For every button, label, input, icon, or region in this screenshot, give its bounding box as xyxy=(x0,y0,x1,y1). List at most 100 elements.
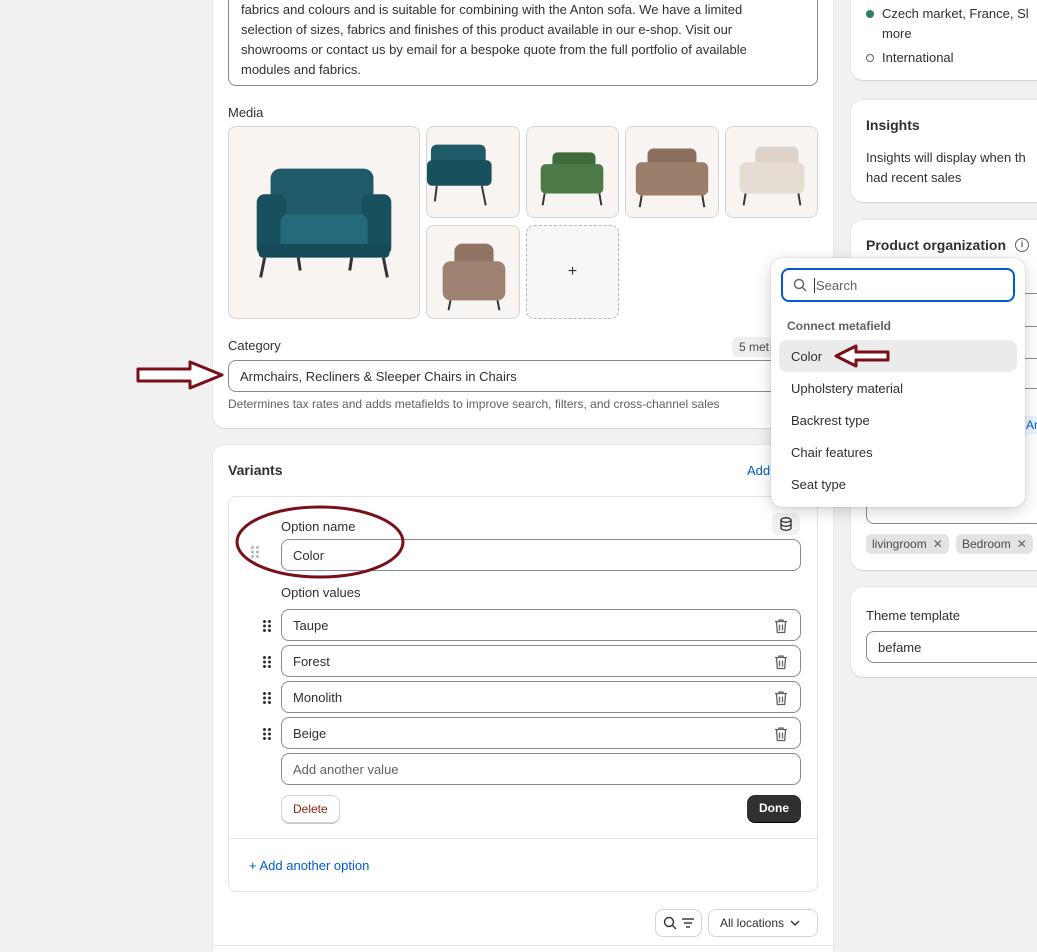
add-media-button[interactable]: + xyxy=(526,225,619,319)
filter-icon xyxy=(681,918,694,928)
add-value-placeholder: Add another value xyxy=(293,761,399,777)
theme-template-label: Theme template xyxy=(866,608,960,623)
variants-footer-divider xyxy=(213,945,833,946)
option-value-input[interactable]: Forest xyxy=(281,645,801,677)
media-thumbnail-brown[interactable] xyxy=(426,225,520,319)
drag-handle-icon[interactable] xyxy=(262,619,272,633)
search-icon xyxy=(793,278,807,292)
close-icon[interactable]: ✕ xyxy=(1017,537,1027,551)
category-value: Armchairs, Recliners & Sleeper Chairs in… xyxy=(240,368,517,384)
info-icon[interactable]: i xyxy=(1015,238,1029,252)
annotation-arrow-right xyxy=(136,360,224,390)
add-variant-link[interactable]: Add xyxy=(747,463,770,478)
description-line: selection of sizes, fabrics and finishes… xyxy=(241,22,733,37)
product-details-card: fabrics and colours and is suitable for … xyxy=(213,0,833,428)
option-value-text: Beige xyxy=(293,725,327,741)
market-active-dot xyxy=(866,10,874,18)
done-button[interactable]: Done xyxy=(747,795,801,822)
category-select[interactable]: Armchairs, Recliners & Sleeper Chairs in… xyxy=(228,360,818,392)
annotation-ellipse xyxy=(235,505,405,579)
annotation-arrow-left xyxy=(834,344,890,368)
connect-metafield-popover: Search Connect metafield Color Upholster… xyxy=(771,258,1025,507)
trash-icon[interactable] xyxy=(774,618,788,634)
trash-icon[interactable] xyxy=(774,690,788,706)
tag-label: Bedroom xyxy=(962,537,1011,551)
tag-chip[interactable]: livingroom ✕ xyxy=(866,534,949,554)
option-value-input[interactable]: Taupe xyxy=(281,609,801,641)
market-item-line2: more xyxy=(882,26,912,41)
media-main-image[interactable] xyxy=(228,126,420,319)
insights-title: Insights xyxy=(866,117,920,133)
option-divider xyxy=(229,838,817,839)
theme-template-select[interactable]: befame xyxy=(866,631,1037,663)
category-label: Category xyxy=(228,338,281,353)
media-thumbnail-teal[interactable] xyxy=(426,126,520,218)
variants-title: Variants xyxy=(228,462,283,478)
product-organization-title: Product organization xyxy=(866,237,1006,253)
option-value-text: Forest xyxy=(293,653,330,669)
trash-icon[interactable] xyxy=(774,654,788,670)
brown-armchair-image xyxy=(427,226,519,318)
search-placeholder: Search xyxy=(814,277,858,293)
chevron-down-icon xyxy=(790,920,800,926)
search-icon xyxy=(663,916,676,930)
taupe-armchair-image xyxy=(626,127,718,217)
option-value-text: Monolith xyxy=(293,689,343,705)
option-value-input[interactable]: Beige xyxy=(281,717,801,749)
drag-handle-icon[interactable] xyxy=(262,727,272,741)
collection-link-partial[interactable]: Ar xyxy=(1023,416,1037,434)
teal-armchair-image xyxy=(229,127,419,318)
drag-handle-icon[interactable] xyxy=(262,655,272,669)
option-label: Upholstery material xyxy=(791,380,903,396)
media-thumbnail-taupe[interactable] xyxy=(625,126,719,218)
option-value-text: Taupe xyxy=(293,617,329,633)
plus-icon: + xyxy=(567,263,578,280)
locations-label: All locations xyxy=(720,916,785,930)
option-label: Chair features xyxy=(791,444,873,460)
description-line: modules and fabrics. xyxy=(241,62,361,77)
option-label: Backrest type xyxy=(791,412,870,428)
description-line: fabrics and colours and is suitable for … xyxy=(241,2,743,17)
option-values-label: Option values xyxy=(281,585,361,600)
market-item-international: International xyxy=(882,50,954,65)
add-value-input[interactable]: Add another value xyxy=(281,753,801,785)
market-item-line1: Czech market, France, Sl xyxy=(882,6,1029,21)
metafield-option-chair-features[interactable]: Chair features xyxy=(779,436,1017,468)
description-editor[interactable]: fabrics and colours and is suitable for … xyxy=(228,0,818,86)
option-label: Seat type xyxy=(791,476,846,492)
market-inactive-dot xyxy=(866,54,874,62)
metafield-option-backrest[interactable]: Backrest type xyxy=(779,404,1017,436)
markets-card: Czech market, France, Sl more Internatio… xyxy=(851,0,1037,80)
insights-text-line2: had recent sales xyxy=(866,170,962,185)
metafield-search-input[interactable]: Search xyxy=(781,268,1015,302)
theme-template-card: Theme template befame xyxy=(851,587,1037,677)
add-another-option-link[interactable]: + Add another option xyxy=(249,858,369,873)
metafield-database-icon[interactable] xyxy=(772,513,800,535)
category-help-text: Determines tax rates and adds metafields… xyxy=(228,397,720,411)
metafield-option-color[interactable]: Color xyxy=(779,340,1017,372)
metafield-count-badge[interactable]: 5 met xyxy=(732,337,777,357)
close-icon[interactable]: ✕ xyxy=(933,537,943,551)
delete-option-button[interactable]: Delete xyxy=(281,795,340,823)
tag-label: livingroom xyxy=(872,537,927,551)
beige-armchair-image xyxy=(726,127,817,217)
media-label: Media xyxy=(228,105,264,120)
option-label: Color xyxy=(791,348,823,364)
insights-text-line1: Insights will display when th xyxy=(866,150,1026,165)
connect-metafield-heading: Connect metafield xyxy=(787,319,892,333)
tag-chip[interactable]: Bedroom ✕ xyxy=(956,534,1033,554)
option-value-input[interactable]: Monolith xyxy=(281,681,801,713)
metafield-option-upholstery[interactable]: Upholstery material xyxy=(779,372,1017,404)
search-filter-button[interactable] xyxy=(655,909,702,937)
metafield-option-seat-type[interactable]: Seat type xyxy=(779,468,1017,500)
drag-handle-icon[interactable] xyxy=(262,691,272,705)
locations-select[interactable]: All locations xyxy=(708,909,818,937)
description-line: showrooms or contact us by email for a b… xyxy=(241,42,747,57)
media-thumbnail-beige[interactable] xyxy=(725,126,818,218)
trash-icon[interactable] xyxy=(774,726,788,742)
teal-armchair-side-image xyxy=(427,127,519,217)
insights-card: Insights Insights will display when th h… xyxy=(851,100,1037,202)
media-thumbnail-green[interactable] xyxy=(526,126,619,218)
green-armchair-image xyxy=(527,127,618,217)
theme-template-value: befame xyxy=(878,639,922,655)
